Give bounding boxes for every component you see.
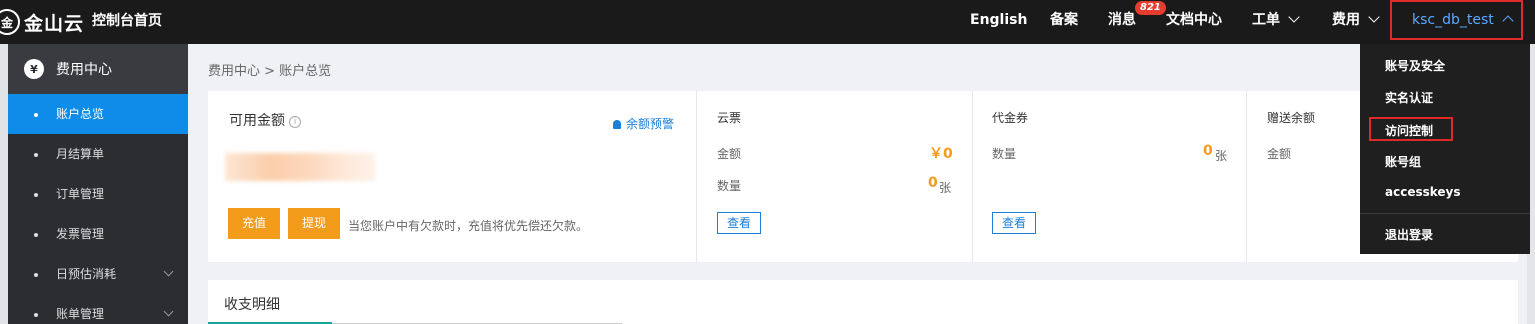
- sidebar-collapse-strip: [0, 44, 8, 324]
- sidebar-item-label: 月结算单: [56, 147, 105, 161]
- column-divider: [696, 91, 697, 262]
- menu-item-access-control[interactable]: 访问控制: [1385, 122, 1433, 139]
- breadcrumb: 费用中心 > 账户总览: [208, 64, 332, 79]
- available-balance-title: 可用金额: [229, 113, 285, 129]
- balance-alert-label: 余额预警: [626, 117, 675, 131]
- menu-item-accesskeys[interactable]: accesskeys: [1385, 185, 1461, 199]
- bell-icon: [613, 120, 621, 129]
- sidebar-header: ¥ 费用中心: [8, 44, 188, 94]
- chevron-down-icon: [163, 306, 174, 317]
- cloud-ticket-count-label: 数量: [717, 179, 742, 193]
- nav-ticket-label: 工单: [1252, 12, 1280, 28]
- gift-amount-label: 金额: [1267, 147, 1292, 161]
- debt-note: 当您账户中有欠款时，充值将优先偿还欠款。: [348, 219, 589, 233]
- voucher-title: 代金券: [992, 111, 1029, 125]
- sidebar-title: 费用中心: [56, 62, 112, 78]
- console-home-link[interactable]: 控制台首页: [92, 0, 162, 44]
- sidebar: ¥ 费用中心 账户总览 月结算单 订单管理 发票管理 日预估消耗 账单管理: [8, 44, 188, 324]
- messages-count-badge: 821: [1135, 1, 1166, 15]
- chevron-up-icon: [1502, 15, 1514, 27]
- logo-text: 金山云: [24, 12, 85, 35]
- cloud-ticket-title: 云票: [717, 111, 742, 125]
- voucher-count-unit: 张: [1215, 149, 1228, 163]
- sidebar-item-daily-estimate[interactable]: 日预估消耗: [8, 254, 188, 294]
- nav-fee[interactable]: 费用: [1332, 0, 1380, 44]
- sidebar-item-invoices[interactable]: 发票管理: [8, 214, 188, 254]
- column-divider: [972, 91, 973, 262]
- withdraw-button[interactable]: 提现: [288, 208, 341, 239]
- income-expense-detail-card: 收支明细: [208, 280, 1518, 324]
- sidebar-item-orders[interactable]: 订单管理: [8, 174, 188, 214]
- nav-beian[interactable]: 备案: [1050, 0, 1078, 44]
- balance-alert-link[interactable]: 余额预警: [613, 115, 674, 132]
- sidebar-item-account-overview[interactable]: 账户总览: [8, 94, 188, 134]
- sidebar-item-label: 订单管理: [56, 187, 105, 201]
- detail-tab[interactable]: 收支明细: [224, 294, 280, 314]
- nav-ticket[interactable]: 工单: [1252, 0, 1300, 44]
- cloud-ticket-amount-label: 金额: [717, 147, 742, 161]
- voucher-count-value: 0: [1203, 143, 1213, 159]
- nav-fee-label: 费用: [1332, 12, 1360, 28]
- cloud-ticket-view-button[interactable]: 查看: [717, 212, 761, 234]
- username: ksc_db_test: [1412, 12, 1494, 28]
- logo-icon: 金: [0, 9, 20, 35]
- voucher-view-button[interactable]: 查看: [992, 212, 1036, 234]
- logo[interactable]: 金 金山云: [0, 7, 84, 37]
- chevron-down-icon: [163, 266, 174, 277]
- chevron-down-icon: [1288, 11, 1300, 23]
- money-bag-icon: ¥: [24, 59, 44, 79]
- available-amount-blurred: [225, 153, 375, 181]
- nav-docs[interactable]: 文档中心: [1166, 0, 1222, 44]
- menu-item-realname-auth[interactable]: 实名认证: [1385, 89, 1433, 106]
- menu-item-account-group[interactable]: 账号组: [1385, 153, 1421, 170]
- cloud-ticket-count-unit: 张: [939, 181, 952, 195]
- menu-divider: [1360, 213, 1530, 214]
- chevron-down-icon: [1368, 11, 1380, 23]
- recharge-button[interactable]: 充值: [228, 208, 281, 239]
- account-summary-card: 可用金额 i 余额预警 充值 提现 当您账户中有欠款时，充值将优先偿还欠款。 云票…: [208, 91, 1518, 262]
- user-dropdown-menu: 账号及安全 实名认证 访问控制 账号组 accesskeys 退出登录: [1360, 44, 1530, 254]
- available-balance-section: 可用金额 i: [229, 110, 301, 130]
- sidebar-item-label: 日预估消耗: [56, 267, 117, 281]
- menu-item-account-security[interactable]: 账号及安全: [1385, 57, 1445, 74]
- cloud-ticket-amount-value: ￥0: [929, 146, 953, 162]
- nav-english[interactable]: English: [970, 0, 1027, 44]
- voucher-count-label: 数量: [992, 147, 1017, 161]
- info-icon[interactable]: i: [289, 116, 301, 128]
- nav-messages[interactable]: 消息: [1108, 0, 1136, 44]
- sidebar-item-bills[interactable]: 账单管理: [8, 294, 188, 324]
- top-navbar: 金 金山云 控制台首页 English 备案 消息 821 文档中心 工单 费用…: [0, 0, 1535, 44]
- sidebar-item-label: 账户总览: [56, 107, 105, 121]
- sidebar-item-label: 账单管理: [56, 307, 105, 321]
- gift-balance-title: 赠送余额: [1267, 111, 1316, 125]
- sidebar-item-monthly-statement[interactable]: 月结算单: [8, 134, 188, 174]
- menu-item-logout[interactable]: 退出登录: [1385, 226, 1433, 243]
- cloud-ticket-count-value: 0: [928, 175, 938, 191]
- user-menu-trigger[interactable]: ksc_db_test: [1390, 0, 1523, 40]
- column-divider: [1246, 91, 1247, 262]
- sidebar-item-label: 发票管理: [56, 227, 105, 241]
